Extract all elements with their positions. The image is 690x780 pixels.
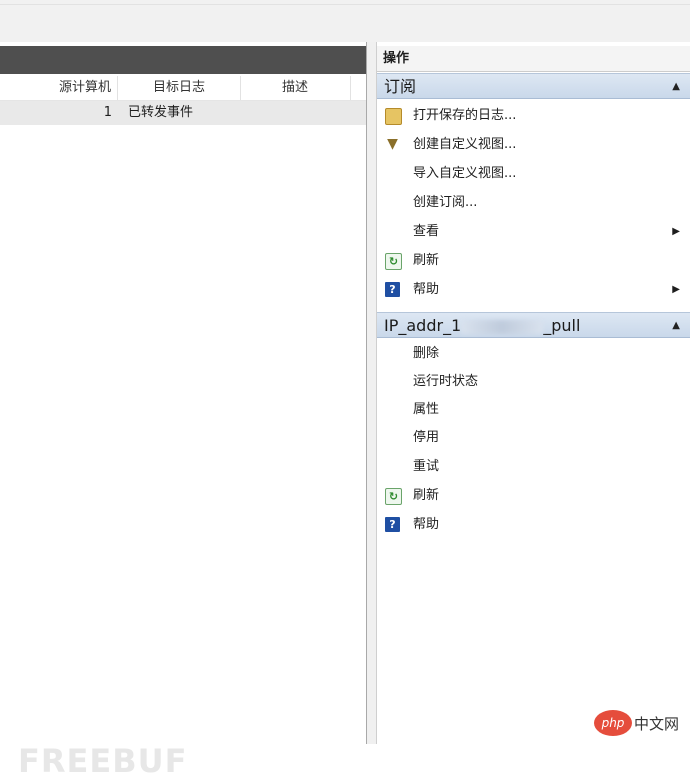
folder-icon: . (385, 108, 402, 125)
actions-pane: 操作 订阅 ▲ . 打开保存的日志... ▼ 创建自定义视图... 导入自定义视… (377, 42, 690, 744)
action-label: 运行时状态 (413, 374, 479, 389)
column-header-description[interactable]: 描述 (240, 76, 351, 100)
action-label: 停用 (413, 430, 440, 445)
section-title: 订阅 (384, 77, 417, 96)
php-logo-icon: php (594, 710, 632, 736)
action-retry[interactable]: 重试 (377, 452, 690, 481)
action-delete[interactable]: 删除 (377, 339, 690, 368)
cell-source-count: 1 (103, 105, 112, 120)
action-refresh-2[interactable]: ↻ 刷新 (377, 481, 690, 510)
action-label: 创建自定义视图... (413, 137, 517, 152)
action-label: 删除 (413, 346, 440, 361)
submenu-arrow-icon: ▶ (672, 226, 680, 237)
section-title-suffix: _pull (543, 316, 581, 335)
subscriptions-pane: 源计算机 目标日志 描述 1 已转发事件 FREEBUF (0, 42, 367, 780)
redacted-address (461, 319, 544, 334)
action-label: 刷新 (413, 253, 440, 268)
action-create-subscription[interactable]: 创建订阅... (377, 188, 690, 217)
action-import-custom-view[interactable]: 导入自定义视图... (377, 159, 690, 188)
action-help-2[interactable]: ? 帮助 (377, 510, 690, 539)
action-label: 刷新 (413, 488, 440, 503)
toolbar-divider (0, 4, 690, 5)
action-label: 创建订阅... (413, 195, 478, 210)
collapse-arrow-icon[interactable]: ▲ (672, 313, 680, 339)
submenu-arrow-icon: ▶ (672, 284, 680, 295)
action-label: 重试 (413, 459, 440, 474)
filter-icon: ▼ (387, 136, 398, 152)
column-header-target-log[interactable]: 目标日志 (118, 76, 241, 100)
section-header-subscription-item[interactable]: IP_addr_1 _pull ▲ (377, 312, 690, 338)
collapse-arrow-icon[interactable]: ▲ (672, 74, 680, 100)
cell-target-log: 已转发事件 (128, 105, 194, 120)
site-logo: php 中文网 (594, 710, 686, 738)
action-refresh[interactable]: ↻ 刷新 (377, 246, 690, 275)
action-label: 帮助 (413, 282, 440, 297)
site-logo-text: 中文网 (634, 715, 680, 733)
table-row[interactable]: 1 已转发事件 (0, 101, 366, 125)
action-label: 帮助 (413, 517, 440, 532)
refresh-icon: ↻ (385, 488, 402, 505)
action-help[interactable]: ? 帮助 ▶ (377, 275, 690, 304)
refresh-icon: ↻ (385, 253, 402, 270)
toolbar (0, 0, 690, 43)
section-header-subscriptions[interactable]: 订阅 ▲ (377, 73, 690, 99)
action-label: 打开保存的日志... (413, 108, 517, 123)
actions-title: 操作 (377, 46, 690, 72)
pane-header-bar (0, 46, 366, 74)
action-view[interactable]: 查看 ▶ (377, 217, 690, 246)
help-icon: ? (385, 517, 400, 532)
column-header-source-computer[interactable]: 源计算机 (0, 76, 118, 100)
action-runtime-status[interactable]: 运行时状态 (377, 367, 690, 396)
action-disable[interactable]: 停用 (377, 423, 690, 452)
action-label: 查看 (413, 224, 440, 239)
action-label: 属性 (413, 402, 440, 417)
help-icon: ? (385, 282, 400, 297)
watermark-logo: FREEBUF (18, 742, 188, 780)
pane-splitter[interactable] (367, 42, 377, 744)
action-open-saved-log[interactable]: . 打开保存的日志... (377, 101, 690, 130)
action-properties[interactable]: 属性 (377, 395, 690, 424)
column-headers: 源计算机 目标日志 描述 (0, 76, 366, 101)
section-title-prefix: IP_addr_1 (384, 316, 462, 335)
action-label: 导入自定义视图... (413, 166, 517, 181)
action-create-custom-view[interactable]: ▼ 创建自定义视图... (377, 130, 690, 159)
